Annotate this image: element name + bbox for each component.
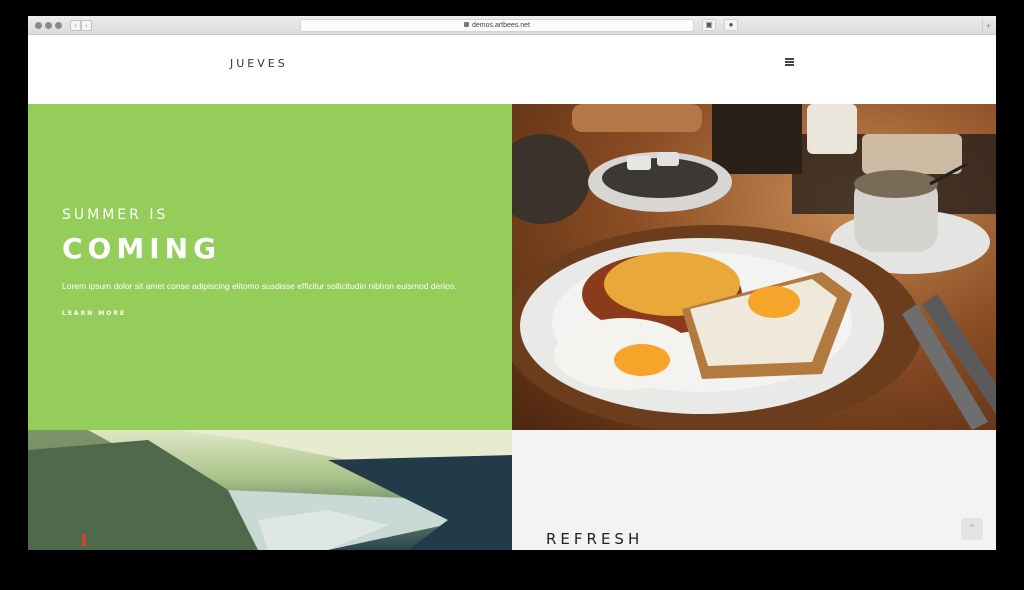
browser-window: ‹ › demos.artbees.net ▣ ● + JUEVES SUMME… xyxy=(28,16,996,550)
download-icon[interactable]: ● xyxy=(724,19,738,31)
mountain-illustration xyxy=(28,430,512,550)
breakfast-illustration xyxy=(512,104,996,430)
breakfast-photo xyxy=(512,104,996,430)
hamburger-icon[interactable] xyxy=(785,58,794,66)
minimize-window-button[interactable] xyxy=(45,22,52,29)
mountain-lake-photo xyxy=(28,430,512,550)
address-bar[interactable]: demos.artbees.net xyxy=(300,19,694,32)
close-window-button[interactable] xyxy=(35,22,42,29)
browser-toolbar: ‹ › demos.artbees.net ▣ ● + xyxy=(28,16,996,35)
hero-eyebrow: SUMMER IS xyxy=(62,207,169,223)
back-to-top-button[interactable]: ⌃ xyxy=(961,518,983,540)
learn-more-link[interactable]: LEARN MORE xyxy=(62,310,126,317)
forward-button[interactable]: › xyxy=(81,20,92,31)
hero-headline: COMING xyxy=(62,232,222,265)
lock-icon xyxy=(464,21,469,27)
zoom-window-button[interactable] xyxy=(55,22,62,29)
new-tab-button[interactable]: + xyxy=(982,19,994,33)
refresh-title: REFRESH xyxy=(546,530,644,548)
address-text: demos.artbees.net xyxy=(472,22,530,29)
hero-panel: SUMMER IS COMING Lorem ipsum dolor sit a… xyxy=(28,104,512,430)
reader-icon[interactable]: ▣ xyxy=(702,19,716,31)
site-logo[interactable]: JUEVES xyxy=(230,57,288,70)
site-header: JUEVES xyxy=(28,35,996,104)
back-button[interactable]: ‹ xyxy=(70,20,81,31)
hero-description: Lorem ipsum dolor sit amet conse adipisc… xyxy=(62,281,457,291)
refresh-panel: REFRESH ⌃ xyxy=(512,430,996,550)
chevron-up-icon: ⌃ xyxy=(968,524,976,534)
